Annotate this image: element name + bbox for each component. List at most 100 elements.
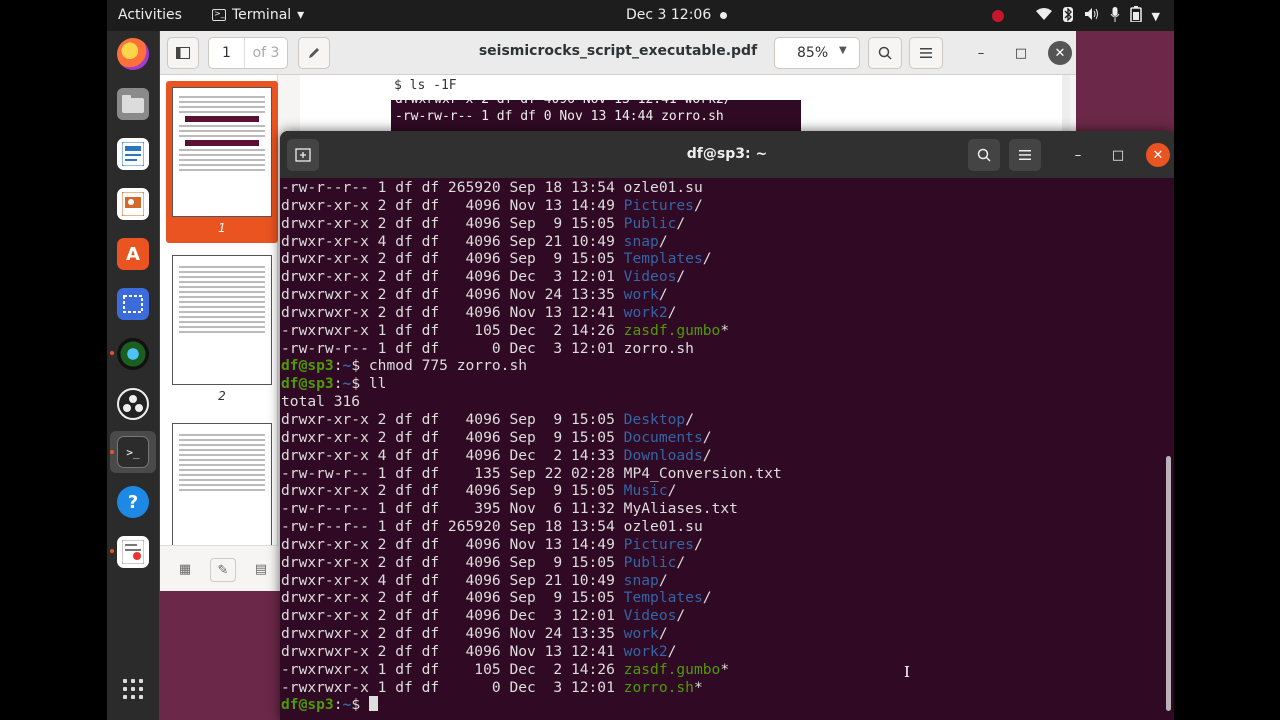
listing-attributes: drwxr-xr-x 2 df df 4096 Sep 9 15:05 <box>281 482 624 500</box>
terminal-maximize-button[interactable]: □ <box>1106 143 1130 167</box>
listing-attributes: -rw-rw-r-- 1 df df 0 Dec 3 12:01 <box>281 339 624 357</box>
help-icon[interactable]: ? <box>117 486 149 518</box>
terminal-line: drwxr-xr-x 2 df df 4096 Nov 13 14:49 Pic… <box>281 196 703 214</box>
listing-attributes: total 316 <box>281 393 361 411</box>
show-applications-icon[interactable] <box>123 679 143 699</box>
writer-icon[interactable] <box>117 138 149 170</box>
terminal-line: drwxrwxr-x 2 df df 4096 Nov 13 12:41 wor… <box>281 642 677 660</box>
listing-filename: Pictures <box>623 535 694 553</box>
terminal-line: drwxr-xr-x 2 df df 4096 Sep 9 15:05 Docu… <box>281 428 712 446</box>
terminal-line: drwxr-xr-x 2 df df 4096 Sep 9 15:05 Musi… <box>281 482 677 500</box>
thumbnail-label-2: 2 <box>218 389 226 403</box>
terminal-line: -rwxrwxr-x 1 df df 105 Dec 2 14:26 zasdf… <box>281 321 730 339</box>
terminal-line: -rw-rw-r-- 1 df df 0 Dec 3 12:01 zorro.s… <box>281 340 1166 358</box>
battery-icon <box>1129 6 1142 26</box>
terminal-scrollbar[interactable] <box>1166 456 1171 711</box>
terminal-line: drwxr-xr-x 2 df df 4096 Dec 3 12:01 Vide… <box>281 268 686 286</box>
running-indicator <box>110 450 114 454</box>
menu-button[interactable] <box>909 37 943 69</box>
listing-filename: Downloads <box>623 446 703 464</box>
software-icon[interactable]: A <box>117 238 149 270</box>
page-thumbnail-2[interactable] <box>172 255 272 385</box>
document-viewer-icon[interactable] <box>117 536 149 568</box>
files-icon[interactable] <box>117 88 149 120</box>
listing-filename: work2 <box>623 642 668 660</box>
screenshot-icon[interactable] <box>117 288 149 320</box>
thumbnails-grid-icon[interactable]: ▦ <box>172 558 198 582</box>
system-tray[interactable]: ▼ <box>991 6 1160 26</box>
sidebar-toolbar: ▦ ✎ ▤ <box>160 545 278 591</box>
listing-filename: zorro.sh <box>623 678 694 696</box>
terminal-line: -rw-r--r-- 1 df df 395 Nov 6 11:32 MyAli… <box>281 500 1166 518</box>
terminal-line: drwxr-xr-x 4 df df 4096 Sep 21 10:49 sna… <box>281 232 668 250</box>
terminal-output[interactable]: -rw-r--r-- 1 df df 265920 Sep 18 13:54 o… <box>280 178 1166 720</box>
search-button[interactable] <box>868 37 902 69</box>
listing-attributes: drwxrwxr-x 2 df df 4096 Nov 24 13:35 <box>281 625 624 643</box>
terminal-icon: >_ <box>212 9 226 21</box>
listing-filename: ozle01.su <box>623 518 703 536</box>
terminal-line: -rwxrwxr-x 1 df df 105 Dec 2 14:26 zasdf… <box>281 660 730 678</box>
minimize-button[interactable]: – <box>969 41 993 65</box>
listing-attributes: drwxr-xr-x 2 df df 4096 Sep 9 15:05 <box>281 428 624 446</box>
terminal-search-button[interactable] <box>968 139 1000 171</box>
listing-filename: Public <box>623 553 677 571</box>
firefox-icon[interactable] <box>117 38 149 70</box>
browser-icon[interactable] <box>117 338 149 370</box>
page-thumbnail-1[interactable] <box>172 87 272 217</box>
terminal-close-button[interactable]: ✕ <box>1146 143 1170 167</box>
terminal-line: drwxr-xr-x 2 df df 4096 Sep 9 15:05 Publ… <box>281 214 686 232</box>
listing-attributes: drwxr-xr-x 4 df df 4096 Dec 2 14:33 <box>281 446 624 464</box>
listing-attributes: drwxr-xr-x 2 df df 4096 Dec 3 12:01 <box>281 268 624 286</box>
app-menu[interactable]: >_ Terminal ▾ <box>212 7 304 23</box>
maximize-button[interactable]: □ <box>1009 41 1033 65</box>
desktop: Activities >_ Terminal ▾ Dec 3 12:06 ▼ A… <box>107 0 1174 720</box>
annotations-icon[interactable]: ✎ <box>210 558 236 582</box>
terminal-line: -rw-r--r-- 1 df df 265920 Sep 18 13:54 o… <box>281 518 1166 536</box>
text-cursor-icon: I <box>904 663 910 681</box>
terminal-line: -rwxrwxr-x 1 df df 0 Dec 3 12:01 zorro.s… <box>281 678 703 696</box>
terminal-line: -rw-rw-r-- 1 df df 135 Sep 22 02:28 MP4_… <box>281 465 1166 483</box>
listing-filename: snap <box>623 232 659 250</box>
recording-icon[interactable] <box>991 10 1004 22</box>
terminal-line: drwxrwxr-x 2 df df 4096 Nov 24 13:35 wor… <box>281 286 668 304</box>
listing-attributes: -rw-r--r-- 1 df df 265920 Sep 18 13:54 <box>281 179 624 196</box>
terminal-line: drwxr-xr-x 2 df df 4096 Sep 9 15:05 Publ… <box>281 553 686 571</box>
close-button[interactable]: ✕ <box>1048 41 1072 65</box>
listing-filename: work <box>623 625 659 643</box>
listing-filename: zasdf.gumbo <box>623 321 721 339</box>
hamburger-icon <box>1019 150 1031 160</box>
bookmarks-icon[interactable]: ▤ <box>248 558 274 582</box>
menu-arrow-icon: ▼ <box>1151 9 1160 23</box>
listing-filename: Pictures <box>623 196 694 214</box>
terminal-line: drwxr-xr-x 2 df df 4096 Dec 3 12:01 Vide… <box>281 607 686 625</box>
terminal-minimize-button[interactable]: – <box>1066 143 1090 167</box>
obs-icon[interactable] <box>117 388 149 420</box>
zoom-value: 85% <box>797 45 829 61</box>
listing-attributes: drwxr-xr-x 2 df df 4096 Nov 13 14:49 <box>281 196 624 214</box>
listing-attributes: drwxr-xr-x 2 df df 4096 Dec 3 12:01 <box>281 607 624 625</box>
pdf-command-text: $ ls -1F <box>394 78 457 93</box>
zoom-select[interactable]: 85% ▼ <box>774 37 860 69</box>
terminal-line: df@sp3:~$ chmod 775 zorro.sh <box>281 357 528 375</box>
terminal-line: drwxrwxr-x 2 df df 4096 Nov 24 13:35 wor… <box>281 625 668 643</box>
impress-icon[interactable] <box>117 188 149 220</box>
listing-filename: zasdf.gumbo <box>623 660 721 678</box>
terminal-line: drwxr-xr-x 4 df df 4096 Dec 2 14:33 Down… <box>281 446 712 464</box>
clock[interactable]: Dec 3 12:06 <box>626 7 711 23</box>
listing-attributes: -rwxrwxr-x 1 df df 0 Dec 3 12:01 <box>281 678 624 696</box>
chevron-down-icon: ▼ <box>839 45 847 56</box>
activities-button[interactable]: Activities <box>118 7 182 23</box>
terminal-line: -rw-r--r-- 1 df df 265920 Sep 18 13:54 o… <box>281 179 1166 197</box>
volume-icon <box>1084 7 1100 25</box>
listing-attributes: -rw-r--r-- 1 df df 265920 Sep 18 13:54 <box>281 518 624 536</box>
listing-attributes: drwxr-xr-x 2 df df 4096 Sep 9 15:05 <box>281 250 624 268</box>
terminal-dock-icon[interactable]: >_ <box>117 436 149 468</box>
listing-filename: work2 <box>623 303 668 321</box>
terminal-menu-button[interactable] <box>1009 139 1041 171</box>
microphone-icon <box>1110 6 1120 26</box>
listing-filename: Desktop <box>623 410 686 428</box>
chevron-down-icon: ▾ <box>297 7 305 23</box>
page-thumbnail-3[interactable] <box>172 423 272 553</box>
listing-filename: Videos <box>623 607 677 625</box>
listing-filename: Public <box>623 214 677 232</box>
